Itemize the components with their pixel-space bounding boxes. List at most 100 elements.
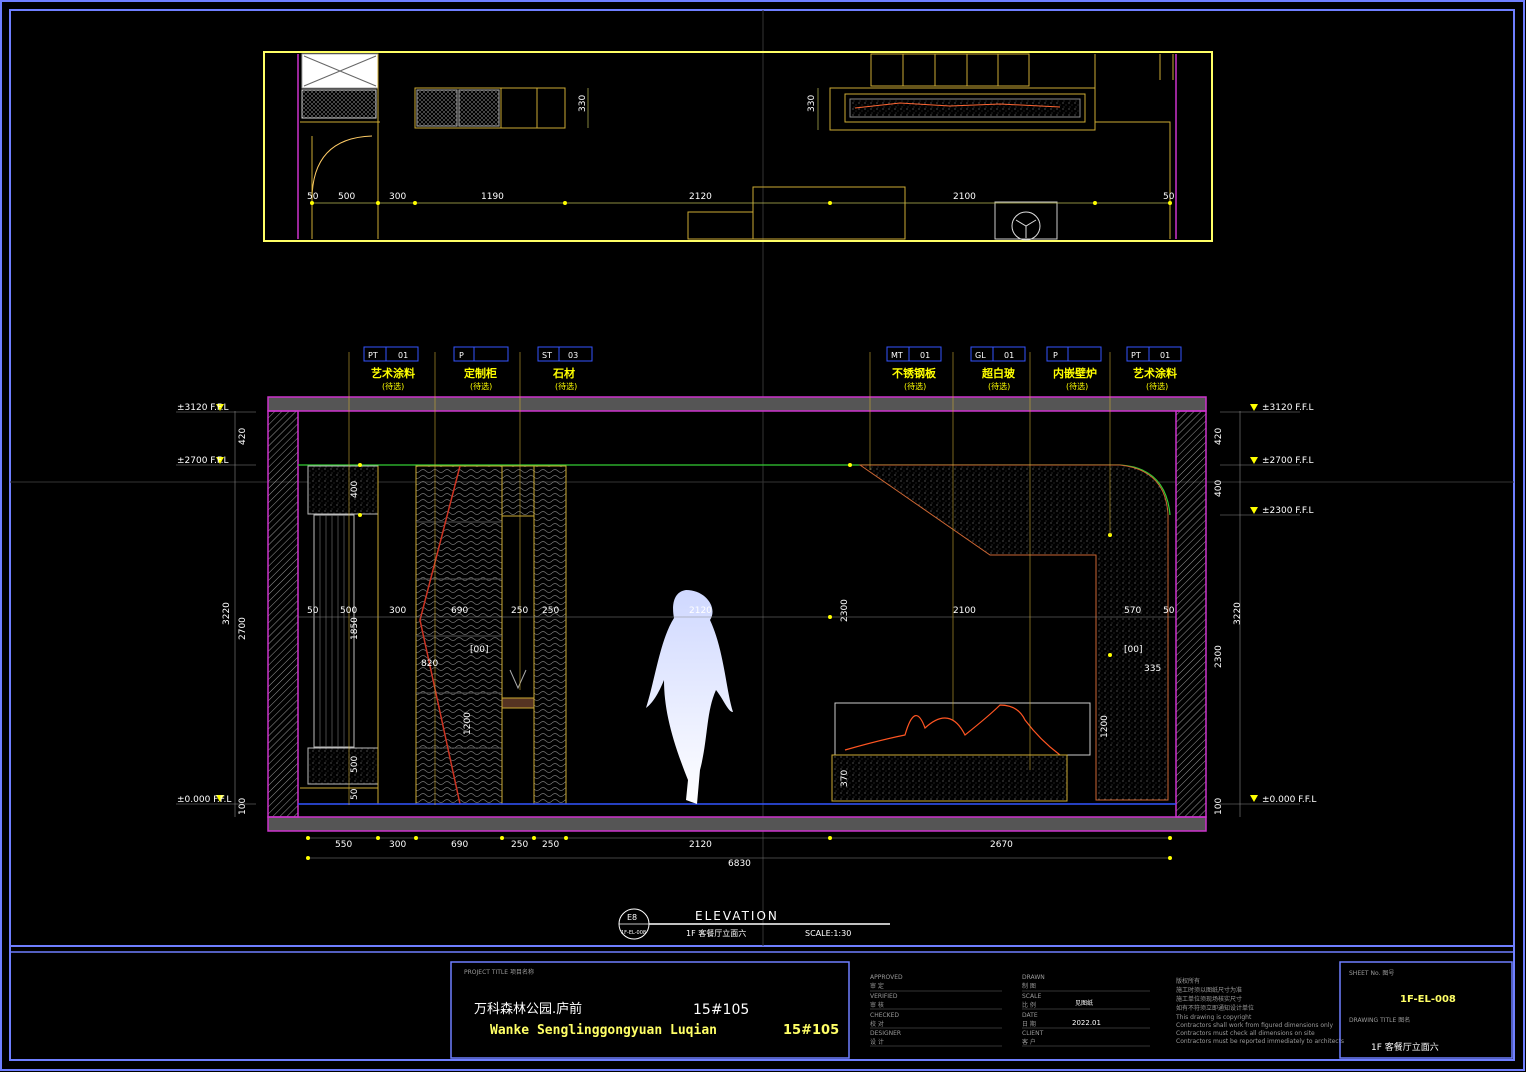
hdim: 570	[1124, 606, 1141, 616]
tag-code: ST	[542, 351, 552, 360]
approved-cn: 审 定	[870, 982, 884, 990]
bottom-row-dims: 550 300 690 250 250 2120 2670 6830	[335, 840, 1013, 869]
designer-label: DESIGNER	[870, 1030, 901, 1037]
tag-sub: (待选)	[988, 381, 1010, 391]
idim: 820	[421, 659, 438, 669]
hdim: 2120	[689, 606, 712, 616]
idim: 500	[350, 756, 360, 773]
plan-dim-4: 1190	[481, 192, 504, 202]
vdim: 2700	[238, 617, 248, 640]
hdim: 500	[340, 606, 357, 616]
project-no-en: 15#105	[783, 1023, 839, 1038]
vdim: 100	[1214, 798, 1224, 815]
checked-label: CHECKED	[870, 1012, 899, 1019]
material-tag: ST 03 石材 (待选)	[537, 346, 593, 391]
note: 如有不符须立即通知设计单位	[1176, 1004, 1254, 1012]
hdim: 250	[542, 606, 559, 616]
scale-value: 见图纸	[1075, 999, 1093, 1007]
level-right: ±2700 F.F.L	[1262, 456, 1314, 466]
verified-label: VERIFIED	[870, 993, 898, 1000]
material-tags: PT 01 艺术涂料 (待选) P 定制柜 (待选) ST 03 石材 (待选)…	[363, 346, 1182, 391]
level-right: ±0.000 F.F.L	[1262, 795, 1316, 805]
project-cn: 万科森林公园.庐前	[474, 1001, 582, 1017]
vdim: 400	[1214, 480, 1224, 497]
project-no-cn: 15#105	[693, 1002, 749, 1018]
material-tag: GL 01 超白玻 (待选)	[970, 346, 1026, 391]
date-label: DATE	[1022, 1012, 1038, 1019]
idim: 1850	[350, 617, 360, 640]
level-right: ±2300 F.F.L	[1262, 506, 1314, 516]
tag-label: 石材	[552, 366, 575, 380]
tag-label: 艺术涂料	[1133, 366, 1177, 380]
vdim: 2300	[1214, 645, 1224, 668]
idim: 335	[1144, 664, 1161, 674]
hdim: 50	[307, 606, 319, 616]
note: 施工单位须现场核实尺寸	[1176, 995, 1242, 1003]
tag-sub: (待选)	[382, 381, 404, 391]
level-markers-left: ±3120 F.F.L ±2700 F.F.L ±0.000 F.F.L	[176, 403, 256, 805]
elevation-label: E8 1F-EL-008 ELEVATION 1F 客餐厅立面六 SCALE:1…	[618, 908, 890, 940]
mark: [00]	[470, 645, 488, 655]
tag-num: 03	[568, 351, 578, 360]
project-title-label: PROJECT TITLE 项目名称	[464, 968, 534, 976]
idim: 370	[840, 770, 850, 787]
vdim: 100	[238, 798, 248, 815]
tag-code: GL	[975, 351, 986, 360]
material-tag: PT 01 艺术涂料 (待选)	[363, 346, 419, 391]
total-dim: 6830	[728, 859, 751, 869]
hdim: 300	[389, 606, 406, 616]
tag-label: 艺术涂料	[371, 366, 415, 380]
material-tag: MT 01 不锈钢板 (待选)	[886, 346, 942, 391]
tag-num: 01	[920, 351, 930, 360]
tag-code: MT	[891, 351, 903, 360]
plan-dim-2: 500	[338, 192, 355, 202]
plan-dim-330a: 330	[578, 95, 588, 112]
elevation-sub: 1F 客餐厅立面六	[686, 928, 746, 938]
idim: 1200	[463, 712, 473, 735]
level-right: ±3120 F.F.L	[1262, 403, 1314, 413]
plan-dim-3: 300	[389, 192, 406, 202]
note: Contractors must check all dimensions on…	[1176, 1030, 1315, 1037]
drawing-title-label: DRAWING TITLE 图名	[1349, 1016, 1410, 1024]
hdim: 2670	[990, 840, 1013, 850]
hdim: 690	[451, 606, 468, 616]
sheet-no-label: SHEET No. 图号	[1349, 970, 1394, 977]
hdim: 250	[542, 840, 559, 850]
tag-num: 01	[1160, 351, 1170, 360]
drawn-label: DRAWN	[1022, 974, 1045, 981]
hdim: 250	[511, 840, 528, 850]
tag-sub: (待选)	[1066, 381, 1088, 391]
vdim: 420	[1214, 428, 1224, 445]
level-left: ±3120 F.F.L	[177, 403, 229, 413]
tag-label: 超白玻	[981, 366, 1016, 380]
note: 施工时须以图纸尺寸为准	[1176, 986, 1242, 994]
material-tag: P 定制柜 (待选)	[453, 346, 509, 391]
sheet-no: 1F-EL-008	[1400, 994, 1456, 1005]
tag-code: P	[1053, 351, 1058, 360]
checked-cn: 校 对	[870, 1020, 884, 1028]
verified-cn: 审 核	[870, 1001, 884, 1009]
vdim: 3220	[222, 602, 232, 625]
hdim: 550	[335, 840, 352, 850]
tag-sub: (待选)	[904, 381, 926, 391]
hdim: 50	[1163, 606, 1175, 616]
hdim: 690	[451, 840, 468, 850]
tag-num: 01	[1004, 351, 1014, 360]
tag-sub: (待选)	[470, 381, 492, 391]
vdim: 420	[238, 428, 248, 445]
bubble-top: E8	[627, 913, 637, 922]
client-label: CLIENT	[1022, 1030, 1044, 1037]
tag-code: PT	[368, 351, 378, 360]
drawing-title: 1F 客餐厅立面六	[1371, 1041, 1439, 1053]
plan-dim-1: 50	[307, 192, 319, 202]
designer-cn: 设 计	[870, 1038, 884, 1046]
bubble-bottom: 1F-EL-008	[621, 930, 646, 936]
hdim: 250	[511, 606, 528, 616]
cad-drawing: 330 330 50 500 300 1190 2120 2100 50 PT …	[0, 0, 1525, 1071]
idim: 50	[350, 788, 360, 800]
tag-label: 不锈钢板	[892, 366, 937, 380]
note: 版权所有	[1176, 977, 1200, 985]
level-left: ±0.000 F.F.L	[177, 795, 231, 805]
title-block: PROJECT TITLE 项目名称 万科森林公园.庐前 15#105 Wank…	[450, 961, 1513, 1059]
tag-code: P	[459, 351, 464, 360]
